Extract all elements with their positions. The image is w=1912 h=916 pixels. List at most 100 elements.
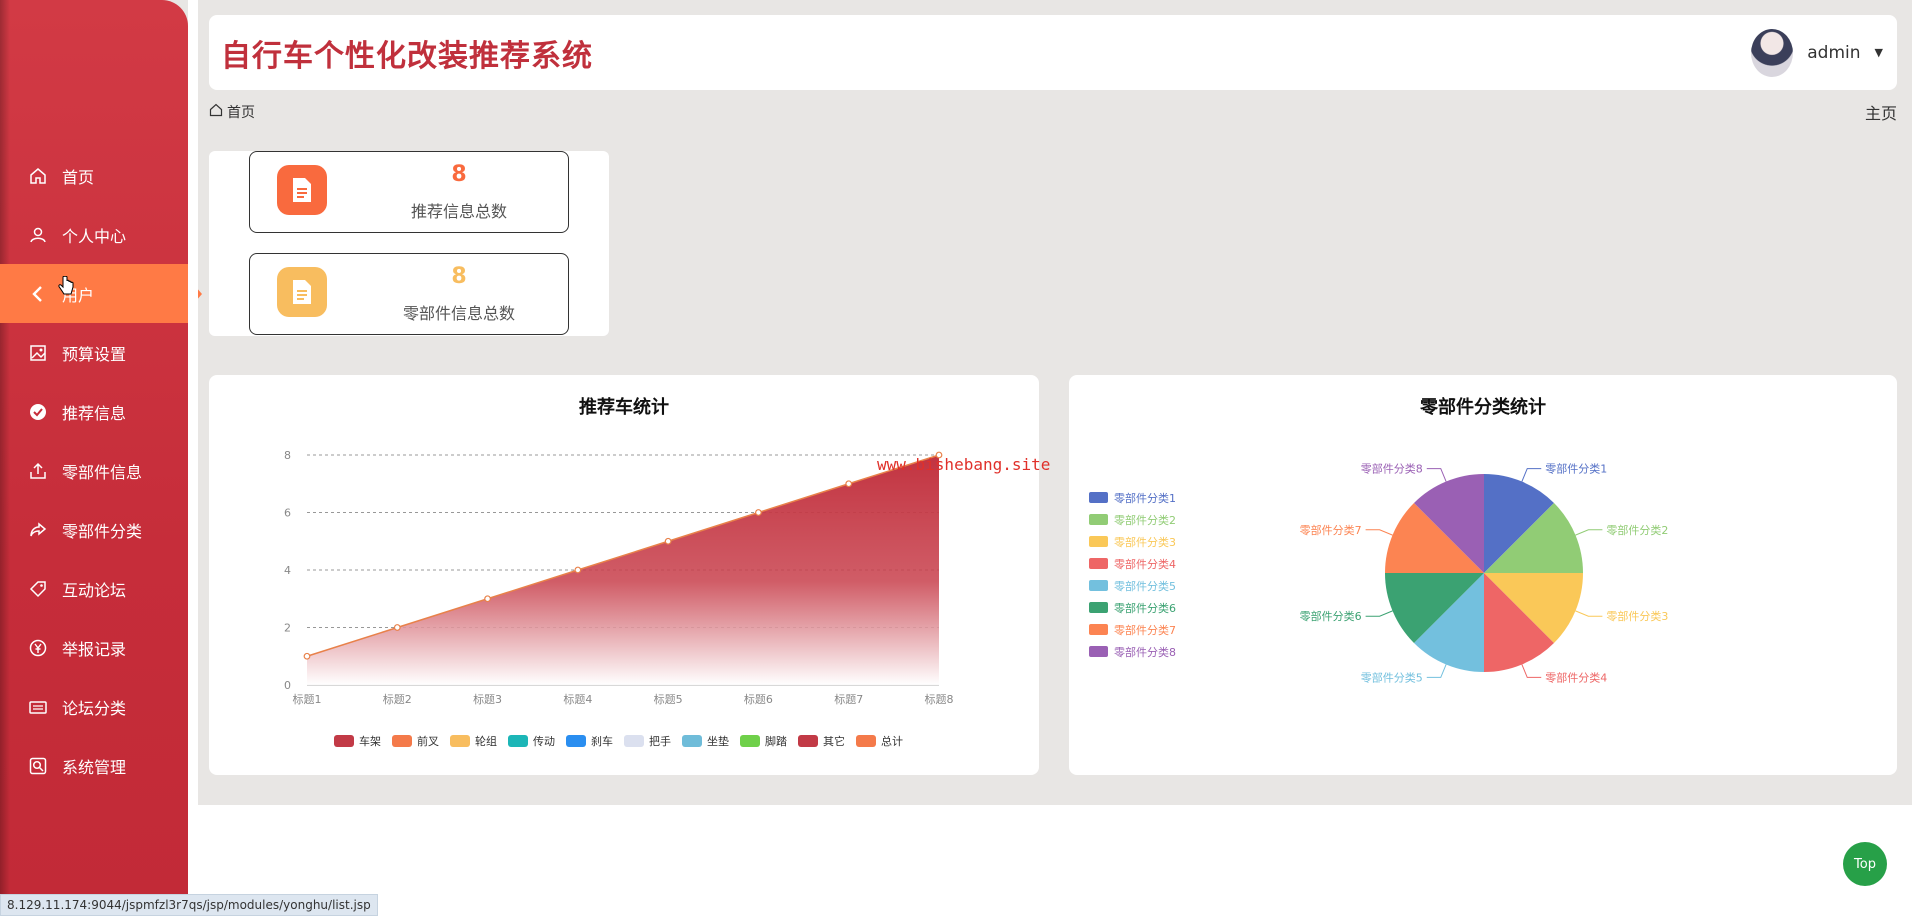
pie-label-line [1521, 664, 1542, 678]
search-box-icon [28, 756, 48, 776]
legend-label: 其它 [823, 734, 845, 748]
legend-swatch [1089, 624, 1108, 635]
check-circle-icon [28, 402, 48, 422]
legend-swatch [450, 735, 470, 747]
legend-swatch [392, 735, 412, 747]
status-bar-url: 8.129.11.174:9044/jspmfzl3r7qs/jsp/modul… [0, 894, 378, 916]
user-icon [28, 225, 48, 245]
legend-swatch [1089, 602, 1108, 613]
y-tick-label: 6 [284, 507, 291, 520]
legend-swatch [334, 735, 354, 747]
breadcrumb: 首页 [209, 102, 255, 122]
recommend-area-chart: 0 2 4 6 8 标题1 标题2 标题3 标题4 标题5 标题6 标题7 标题8 车架 前叉 轮组 传动 刹车 把… [284, 449, 954, 748]
sidebar-item-profile[interactable]: 个人中心 [0, 205, 188, 264]
pie-label-line [1365, 610, 1393, 617]
pie-label: 零部件分类5 [1361, 670, 1423, 684]
pie-label-line [1575, 610, 1603, 617]
caret-down-icon[interactable]: ▼ [1875, 46, 1883, 59]
pie-label-line [1426, 664, 1447, 678]
legend-label: 零部件分类3 [1114, 535, 1176, 549]
legend-label: 刹车 [591, 734, 613, 748]
breadcrumb-home[interactable]: 首页 [227, 102, 255, 122]
pie-label: 零部件分类3 [1606, 609, 1668, 623]
sidebar-menu: 首页 个人中心 用户 预算设置 推荐信息 零部件信息 零部件分类 互动论坛 举报… [0, 146, 202, 795]
chart-title: 推荐车统计 [579, 397, 669, 418]
hand-cursor-icon [58, 275, 74, 301]
legend-label: 总计 [881, 734, 903, 748]
sidebar-item-part-category[interactable]: 零部件分类 [0, 500, 188, 559]
pie-label: 零部件分类1 [1545, 462, 1607, 476]
legend-label: 把手 [649, 734, 671, 748]
legend-label: 坐垫 [707, 734, 729, 748]
sidebar-item-system[interactable]: 系统管理 [0, 736, 188, 795]
chart-title: 零部件分类统计 [1420, 397, 1546, 418]
data-point [574, 566, 582, 574]
legend-swatch [1089, 580, 1108, 591]
app-title: 自行车个性化改装推荐系统 [221, 38, 593, 74]
legend-label: 零部件分类4 [1114, 557, 1176, 571]
stat-card-recommend: 8 推荐信息总数 [249, 151, 569, 233]
data-point [845, 480, 853, 488]
sidebar-item-label: 个人中心 [62, 226, 127, 246]
x-tick-label: 标题4 [563, 692, 592, 706]
sidebar-item-label: 系统管理 [62, 757, 127, 777]
document-icon [277, 165, 327, 215]
chevron-left-icon [28, 284, 48, 304]
recommend-chart-card: 推荐车统计 0 2 4 6 8 标题1 标题2 标题3 标题4 标题5 标题6 标题7 标题8 车架 前叉 轮… [209, 375, 1039, 775]
document-icon [277, 267, 327, 317]
sidebar: 首页 个人中心 用户 预算设置 推荐信息 零部件信息 零部件分类 互动论坛 举报… [0, 0, 202, 916]
sidebar-item-label: 推荐信息 [62, 403, 127, 423]
sidebar-item-label: 零部件分类 [62, 521, 143, 541]
legend-swatch [682, 735, 702, 747]
data-point [664, 537, 672, 545]
sidebar-item-label: 首页 [62, 167, 95, 187]
sidebar-item-users[interactable]: 用户 [0, 264, 202, 323]
stat-value: 8 [451, 162, 467, 187]
legend-swatch [1089, 646, 1108, 657]
sidebar-item-reports[interactable]: 举报记录 [0, 618, 188, 677]
y-tick-label: 4 [284, 564, 291, 577]
username[interactable]: admin [1807, 43, 1860, 63]
legend-label: 车架 [359, 734, 381, 748]
tag-icon [28, 579, 48, 599]
sidebar-item-forum-category[interactable]: 论坛分类 [0, 677, 188, 736]
home-icon [28, 166, 48, 186]
watermark: www.bishebang.site [877, 455, 1051, 474]
legend-label: 零部件分类1 [1114, 491, 1176, 505]
pie-label-line [1575, 529, 1603, 536]
sidebar-item-home[interactable]: 首页 [0, 146, 188, 205]
back-to-top-button[interactable]: Top [1843, 842, 1887, 886]
y-tick-label: 0 [284, 679, 291, 692]
pie-label: 零部件分类2 [1606, 523, 1668, 537]
legend-swatch [856, 735, 876, 747]
sidebar-item-budget[interactable]: 预算设置 [0, 323, 188, 382]
stat-value: 8 [451, 264, 467, 289]
keyboard-icon [28, 697, 48, 717]
data-point [484, 595, 491, 603]
share-icon [28, 520, 48, 540]
data-point [303, 652, 311, 660]
pie-label-line [1365, 529, 1393, 536]
stats-panel: 8 推荐信息总数 8 零部件信息总数 [209, 151, 609, 336]
area-fill [307, 455, 939, 685]
sidebar-item-recommend[interactable]: 推荐信息 [0, 382, 188, 441]
legend-label: 传动 [533, 735, 555, 748]
avatar[interactable] [1751, 28, 1794, 77]
sidebar-item-forum[interactable]: 互动论坛 [0, 559, 188, 618]
legend-label: 零部件分类2 [1114, 513, 1176, 527]
legend-swatch [1089, 514, 1108, 525]
top-header: 自行车个性化改装推荐系统 admin ▼ [209, 15, 1897, 90]
sidebar-item-label: 零部件信息 [62, 462, 143, 482]
stat-label: 零部件信息总数 [402, 304, 515, 323]
x-tick-label: 标题6 [744, 692, 773, 706]
legend-swatch [798, 735, 818, 747]
yen-icon [28, 638, 48, 658]
pie-label: 零部件分类4 [1545, 670, 1607, 684]
user-menu[interactable]: admin ▼ [1751, 28, 1883, 77]
x-tick-label: 标题7 [834, 692, 863, 706]
stat-card-parts: 8 零部件信息总数 [249, 253, 569, 335]
sidebar-item-parts[interactable]: 零部件信息 [0, 441, 188, 500]
home-icon [209, 103, 223, 121]
stat-label: 推荐信息总数 [410, 202, 507, 221]
home-link[interactable]: 主页 [1865, 100, 1897, 124]
